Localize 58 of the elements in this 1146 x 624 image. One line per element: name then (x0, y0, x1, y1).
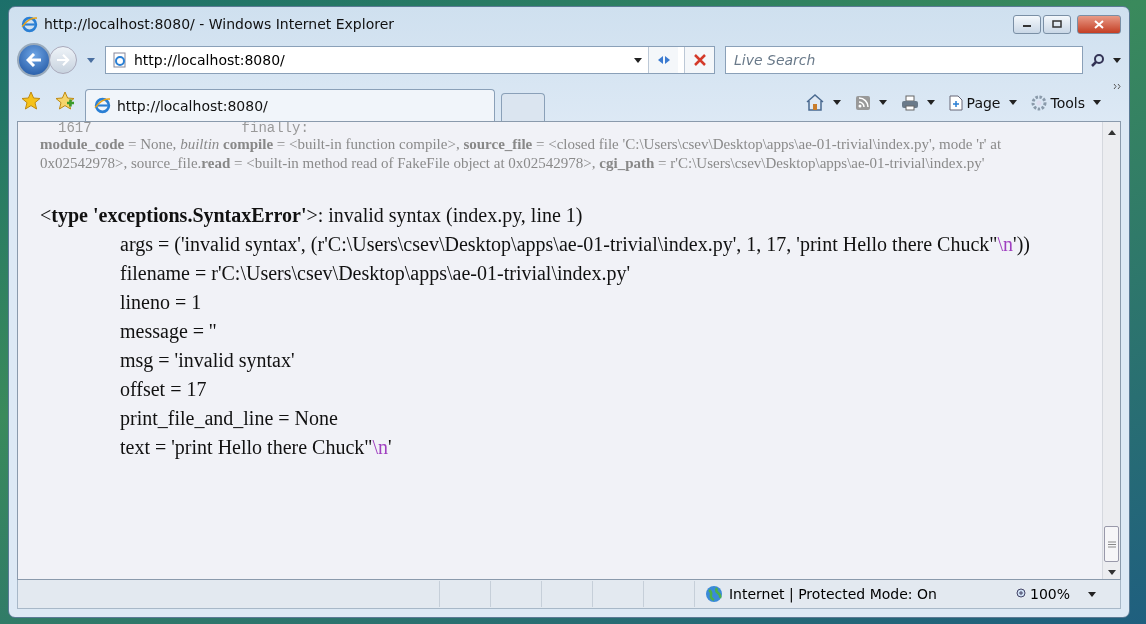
page-icon (112, 52, 128, 68)
caret-icon[interactable] (1113, 57, 1121, 63)
error-line: <type 'exceptions.SyntaxError'>: invalid syntax (index.py, line 1) (40, 203, 584, 229)
grip-icon (1107, 540, 1116, 548)
error-line: message = '' (119, 319, 218, 345)
window-title: http://localhost:8080/ - Windows Internet Explorer (44, 16, 395, 32)
scrollbar-thumb[interactable] (1104, 526, 1119, 562)
error-line: lineno = 1 (119, 290, 203, 315)
error-line: msg = 'invalid syntax' (119, 348, 296, 374)
add-favorite-icon[interactable] (55, 91, 75, 111)
feed-icon (854, 95, 871, 111)
address-field[interactable]: http://localhost:8080/ (105, 46, 715, 74)
security-zone-text: Internet | Protected Mode: On (728, 586, 937, 602)
minimize-button[interactable] (1013, 14, 1041, 34)
close-icon (1094, 19, 1104, 29)
browser-tab[interactable]: http://localhost:8080/ (85, 89, 495, 121)
printer-icon (900, 95, 919, 111)
close-button[interactable] (1077, 14, 1121, 34)
back-arrow-icon (26, 53, 42, 67)
scroll-down-icon[interactable] (1107, 570, 1116, 575)
caret-icon[interactable] (1008, 100, 1017, 105)
error-line: filename = r'C:\Users\csev\Desktop\apps\ae-01-trivial\index.py' (119, 261, 632, 287)
caret-icon[interactable] (832, 100, 841, 105)
favorites-star-icon[interactable] (21, 91, 41, 111)
search-icon[interactable] (1091, 53, 1105, 67)
stop-icon (693, 54, 706, 66)
scroll-up-icon[interactable] (1107, 130, 1116, 135)
globe-icon (704, 585, 723, 603)
browser-logo-icon (21, 15, 38, 33)
caret-icon[interactable] (634, 57, 642, 63)
chevron-icon[interactable] (1113, 83, 1121, 90)
browser-logo-icon (94, 97, 111, 114)
maximize-icon (1052, 20, 1062, 28)
page-button[interactable]: Page (946, 95, 1003, 111)
zoom-button[interactable]: 100% (1014, 586, 1070, 602)
error-line: args = ('invalid syntax', (r'C:\Users\csev\Desktop\apps\ae-01-trivial\index.py', 1, 17, 'print Hello there Chuck"\n')) (119, 232, 1031, 258)
error-line: print_file_and_line = None (119, 406, 339, 432)
vertical-scrollbar[interactable] (1102, 122, 1120, 579)
search-field[interactable]: Live Search (725, 46, 1083, 74)
page-icon (948, 95, 963, 111)
forward-arrow-icon (56, 54, 70, 66)
stop-button[interactable] (684, 47, 714, 73)
code-line: finally: (241, 122, 309, 135)
settings-icon (1030, 95, 1047, 111)
home-icon (804, 93, 825, 111)
caret-icon[interactable] (926, 100, 935, 105)
magnifier-icon (1014, 588, 1027, 600)
tools-button[interactable]: Tools (1028, 95, 1087, 111)
code-line-number: 1617 (58, 122, 92, 135)
back-button[interactable] (17, 43, 51, 77)
error-line: text = 'print Hello there Chuck"\n' (119, 435, 393, 461)
caret-icon[interactable] (878, 100, 887, 105)
error-line: offset = 17 (119, 377, 208, 402)
caret-icon[interactable] (1093, 100, 1101, 105)
locals-text: module_code = None, builtin compile = <built-in function compile>, source_file = <closed file 'C:\Users\csev\Desktop\apps\ae-01-trivial\index.py', mode 'r' at 0x02542978>, source_file.read = <built-in method read of FakeFile object at 0x02542978>, cgi_path = r'C:\Users\csev\Desktop\apps\ae-01-trivial\index.py' (40, 135, 1003, 173)
refresh-button[interactable] (648, 47, 678, 73)
caret-icon[interactable] (1088, 591, 1096, 597)
maximize-button[interactable] (1043, 14, 1071, 34)
